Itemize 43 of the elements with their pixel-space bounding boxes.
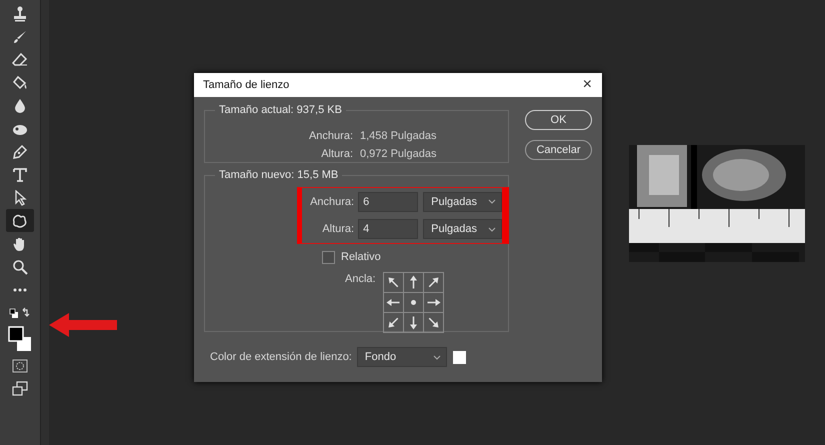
checkbox-label: Relativo <box>341 251 381 263</box>
stamp-icon <box>12 6 28 22</box>
group-legend: Tamaño actual: 937,5 KB <box>215 104 346 116</box>
brush-icon <box>12 28 28 44</box>
close-button[interactable]: × <box>578 77 596 93</box>
chevron-icon <box>488 226 496 232</box>
tool-button[interactable] <box>6 209 34 232</box>
field-label: Altura: <box>321 223 354 236</box>
pen-icon <box>12 144 28 160</box>
tool-button[interactable] <box>6 324 34 354</box>
group-legend: Tamaño nuevo: 15,5 MB <box>215 169 342 181</box>
quick-mask-icon <box>12 358 28 374</box>
eraser-icon <box>12 52 28 68</box>
unit-dropdown[interactable]: Pulgadas <box>423 219 502 240</box>
anchor-grid[interactable] <box>382 272 444 333</box>
checkbox[interactable] <box>322 250 335 264</box>
color-dropdown[interactable]: Fondo <box>356 347 447 367</box>
input-field[interactable]: 6 <box>358 192 418 212</box>
chevron-icon <box>432 354 441 360</box>
field-label: Anchura: <box>309 196 354 208</box>
size-value: 0,972 Pulgadas <box>360 148 436 160</box>
field-label: Anchura: <box>308 130 353 142</box>
custom-shape-icon <box>12 212 28 228</box>
color-swatch[interactable] <box>452 350 466 364</box>
zoom-icon <box>12 258 28 274</box>
dialog-button[interactable]: Cancelar <box>525 140 592 160</box>
annotation-arrow <box>49 313 119 337</box>
input-field[interactable]: 4 <box>358 219 418 240</box>
anchor-label: Ancla: <box>345 273 376 287</box>
drop-icon <box>12 98 28 114</box>
more-icon <box>12 288 28 292</box>
paint-bucket-icon <box>12 74 28 90</box>
size-value: 1,458 Pulgadas <box>360 130 436 142</box>
dialog-title: Tamaño de lienzo <box>203 79 290 91</box>
chevron-icon <box>488 199 496 204</box>
default-colors-icon <box>9 306 31 318</box>
dialog-button[interactable]: OK <box>525 110 592 130</box>
field-label: Color de extensión de lienzo: <box>210 351 352 363</box>
field-label: Altura: <box>320 148 353 160</box>
type-tool-icon <box>12 166 28 182</box>
unit-dropdown[interactable]: Pulgadas <box>423 192 502 212</box>
screen-mode-icon <box>12 380 28 396</box>
color-swatches-icon <box>8 326 32 352</box>
